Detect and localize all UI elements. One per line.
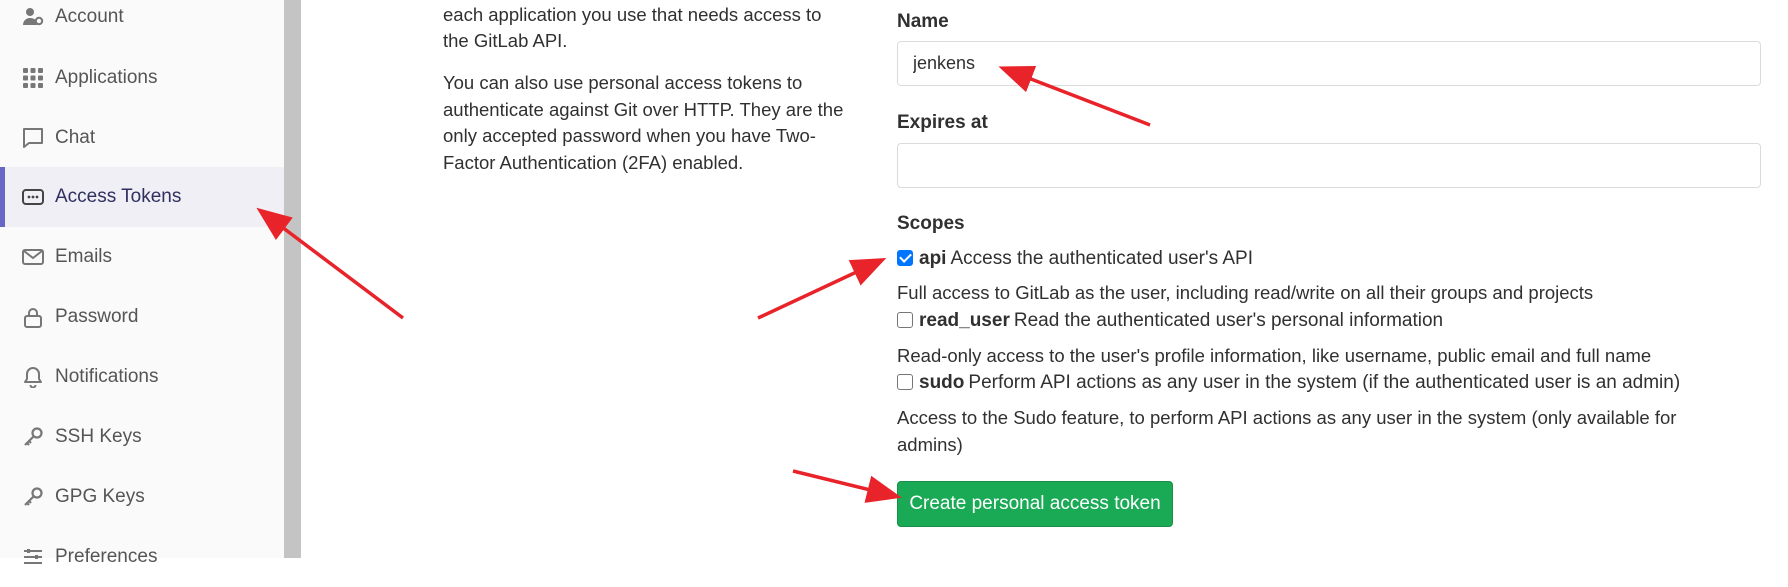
- scope-description: Access the authenticated user's API: [950, 248, 1253, 269]
- bell-icon: [22, 366, 44, 388]
- scope-name: api: [919, 248, 947, 269]
- sidebar-item-gpg-keys[interactable]: GPG Keys: [0, 467, 284, 527]
- preferences-icon: [22, 546, 44, 568]
- token-name-input[interactable]: [897, 41, 1761, 86]
- expires-at-input[interactable]: [897, 143, 1761, 188]
- lock-icon: [22, 306, 44, 328]
- scope-sudo-checkbox[interactable]: [897, 374, 913, 390]
- scope-api-checkbox[interactable]: [897, 250, 913, 266]
- description-paragraph-2: You can also use personal access tokens …: [443, 72, 844, 173]
- sidebar-item-label: Chat: [55, 127, 96, 148]
- create-token-button[interactable]: Create personal access token: [897, 481, 1173, 527]
- sidebar-item-password[interactable]: Password: [0, 287, 284, 347]
- sidebar-item-label: SSH Keys: [55, 426, 142, 447]
- sidebar-item-chat[interactable]: Chat: [0, 108, 284, 168]
- applications-icon: [22, 67, 44, 89]
- sidebar-item-account[interactable]: Account: [0, 0, 284, 47]
- sidebar-item-label: Notifications: [55, 366, 159, 387]
- arrow-to-api-scope: [757, 258, 887, 320]
- scope-api: api Access the authenticated user's API: [897, 248, 1253, 270]
- account-icon: [22, 6, 44, 28]
- sidebar-item-notifications[interactable]: Notifications: [0, 347, 284, 407]
- scopes-label: Scopes: [897, 213, 965, 234]
- key-icon: [22, 426, 44, 448]
- description-line-2: the GitLab API.: [443, 30, 568, 51]
- scope-read-user-checkbox[interactable]: [897, 312, 913, 328]
- scope-name: read_user: [919, 310, 1010, 331]
- description-line-1: each application you use that needs acce…: [443, 4, 822, 25]
- scope-read-user-help: Read-only access to the user's profile i…: [897, 345, 1652, 366]
- sidebar-item-label: Applications: [55, 67, 158, 88]
- scope-description: Read the authenticated user's personal i…: [1013, 310, 1444, 331]
- settings-sidebar: Account Applications Chat Access Tokens …: [0, 0, 285, 567]
- sidebar-item-label: Emails: [55, 246, 113, 267]
- scope-sudo: sudo Perform API actions as any user in t…: [897, 372, 1680, 394]
- sidebar-item-label: Preferences: [55, 546, 158, 567]
- arrow-to-create-button: [792, 469, 902, 503]
- key-icon: [22, 486, 44, 508]
- expires-label: Expires at: [897, 112, 988, 133]
- sidebar-item-label: Account: [55, 6, 124, 27]
- sidebar-item-ssh-keys[interactable]: SSH Keys: [0, 407, 284, 467]
- sidebar-item-access-tokens[interactable]: Access Tokens: [0, 167, 284, 227]
- sidebar-item-emails[interactable]: Emails: [0, 227, 284, 287]
- sidebar-item-applications[interactable]: Applications: [0, 48, 284, 108]
- sidebar-item-label: Password: [55, 306, 139, 327]
- scope-read-user: read_user Read the authenticated user's p…: [897, 310, 1443, 332]
- token-icon: [22, 186, 44, 208]
- scope-description: Perform API actions as any user in the s…: [968, 372, 1681, 393]
- sidebar-item-label: Access Tokens: [55, 186, 182, 207]
- scope-sudo-help: Access to the Sudo feature, to perform A…: [897, 407, 1677, 455]
- sidebar-item-label: GPG Keys: [55, 486, 145, 507]
- mail-icon: [22, 246, 44, 268]
- scope-api-help: Full access to GitLab as the user, inclu…: [897, 282, 1594, 303]
- chat-icon: [22, 127, 44, 149]
- scope-name: sudo: [919, 372, 965, 393]
- name-label: Name: [897, 11, 949, 32]
- sidebar-item-preferences[interactable]: Preferences: [0, 527, 284, 587]
- sidebar-scrollbar[interactable]: [284, 0, 301, 558]
